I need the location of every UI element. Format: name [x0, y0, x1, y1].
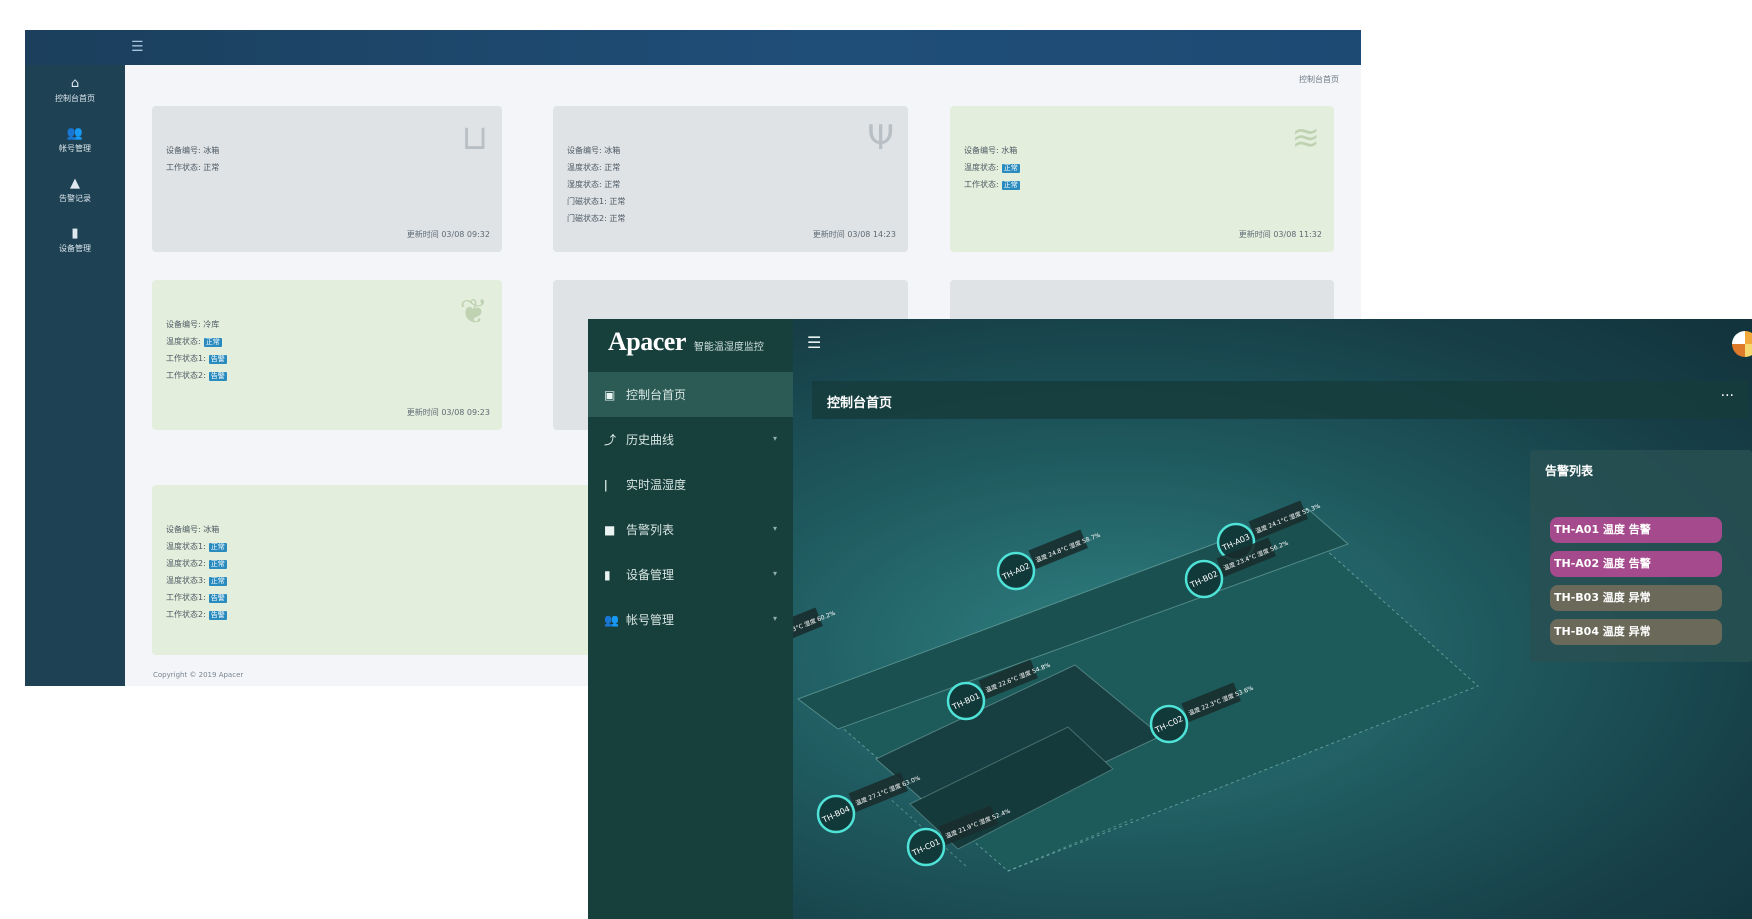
users-icon: 👥 [604, 612, 619, 627]
sidebar-item-label: 实时温湿度 [626, 478, 687, 492]
chevron-down-icon: ▾ [772, 524, 777, 533]
sidebar-item-label: 控制台首页 [626, 388, 687, 402]
page-header: 控制台首页 ··· [812, 381, 1748, 419]
sidebar-item-dashboard[interactable]: ▣ 控制台首页 [588, 372, 793, 417]
card-line: 设备编号: 冷库 [166, 320, 220, 329]
home-icon: ⌂ [70, 75, 80, 91]
chevron-down-icon: ▾ [772, 614, 777, 623]
breadcrumb[interactable]: 控制台首页 [1299, 74, 1339, 85]
sidebar-item-label: 设备管理 [626, 568, 675, 582]
status-badge: 正常 [208, 543, 227, 552]
page-title: 控制台首页 [827, 396, 893, 411]
brand-subtitle: 智能温湿度监控 [693, 342, 764, 353]
sensor-marker[interactable]: TH-B04温度 27.1°C 湿度 63.0% [816, 772, 922, 834]
message-icon: ■ [604, 522, 616, 537]
device-card[interactable]: ❦ 设备编号: 冷库 温度状态: 正常 工作状态1: 告警 工作状态2: 告警 更新时… [152, 280, 502, 430]
update-time: 更新时间 03/08 14:23 [812, 230, 896, 239]
sensor-marker[interactable]: TH-A02温度 24.8°C 湿度 58.7% [996, 529, 1102, 591]
device-icon: ▮ [604, 567, 611, 582]
status-badge: 告警 [208, 372, 227, 381]
brand-logo: Apacer [608, 327, 686, 356]
hamburger-icon[interactable]: ☰ [807, 333, 821, 352]
update-time: 更新时间 03/08 09:23 [406, 408, 490, 417]
update-time: 更新时间 03/08 09:32 [406, 230, 490, 239]
status-badge: 正常 [1001, 164, 1020, 173]
status-badge: 正常 [208, 577, 227, 586]
floor-plan [796, 508, 1479, 872]
sidebar-item-label: 帐号管理 [626, 613, 675, 627]
sidebar-menu: ▣ 控制台首页 ⤴ 历史曲线 ▾ ǀ 实时温湿度 ■ 告警列表 ▾ ▮ 设备管理… [588, 372, 793, 642]
update-time: 更新时间 03/08 11:32 [1238, 230, 1322, 239]
avatar[interactable] [1732, 331, 1752, 357]
card-line: 门磁状态2: 正常 [567, 214, 626, 223]
thermometer-icon: ǀ [604, 477, 608, 492]
top-navbar: ☰ [793, 319, 1752, 369]
sidebar: Apacer 智能温湿度监控 ▣ 控制台首页 ⤴ 历史曲线 ▾ ǀ 实时温湿度 … [588, 319, 793, 919]
more-icon[interactable]: ··· [1721, 388, 1734, 404]
copyright: Copyright © 2019 Apacer [153, 671, 244, 679]
sidebar-item-label: 设备管理 [59, 243, 91, 253]
dashboard-window-dark: TH-A01温度 25.3°C 湿度 60.2%TH-A02温度 24.8°C … [588, 319, 1752, 919]
alert-panel: 告警列表 TH-A01 温度 告警 TH-A02 温度 告警 TH-B03 温度… [1530, 450, 1752, 662]
card-line: 工作状态1: 告警 [166, 354, 227, 364]
device-card[interactable]: ⊔ 设备编号: 冰箱 工作状态: 正常 更新时间 03/08 09:32 [152, 106, 502, 252]
chart-icon: ⤴ [604, 433, 617, 447]
water-icon: ≋ [1291, 118, 1321, 158]
status-badge: 告警 [208, 594, 227, 603]
alert-item[interactable]: TH-A02 温度 告警 [1550, 551, 1722, 577]
hamburger-icon[interactable]: ☰ [131, 39, 144, 55]
card-line: 门磁状态1: 正常 [567, 197, 626, 206]
device-card[interactable]: Ψ 设备编号: 冰箱 温度状态: 正常 湿度状态: 正常 门磁状态1: 正常 门… [553, 106, 908, 252]
brand: Apacer 智能温湿度监控 [608, 327, 764, 357]
card-line: 湿度状态: 正常 [567, 180, 621, 189]
card-line: 设备编号: 冰箱 [567, 146, 621, 155]
card-line: 设备编号: 冰箱 [166, 146, 220, 155]
users-icon: 👥 [66, 125, 84, 141]
sidebar-item-alarms[interactable]: ▲ 告警记录 [25, 165, 125, 215]
utensils-icon: Ψ [867, 118, 894, 158]
dashboard-icon: ▣ [604, 387, 616, 402]
card-line: 工作状态: 正常 [964, 180, 1020, 190]
cup-icon: ⊔ [461, 118, 488, 158]
alarm-icon: ▲ [70, 175, 80, 191]
chevron-down-icon: ▾ [772, 434, 777, 443]
alert-item[interactable]: TH-B03 温度 异常 [1550, 585, 1722, 611]
sidebar-item-label: 控制台首页 [55, 93, 95, 103]
card-line: 工作状态: 正常 [166, 163, 220, 172]
sidebar-item-devices[interactable]: ▮ 设备管理 [25, 215, 125, 265]
card-line: 温度状态: 正常 [567, 163, 621, 172]
sidebar-item-devices[interactable]: ▮ 设备管理 ▾ [588, 552, 793, 597]
card-line: 设备编号: 水箱 [964, 146, 1018, 155]
status-badge: 正常 [1001, 181, 1020, 190]
sidebar-item-label: 历史曲线 [626, 433, 675, 447]
device-card[interactable]: ≋ 设备编号: 水箱 温度状态: 正常 工作状态: 正常 更新时间 03/08 11… [950, 106, 1334, 252]
sidebar-item-alerts[interactable]: ■ 告警列表 ▾ [588, 507, 793, 552]
card-line: 工作状态2: 告警 [166, 371, 227, 381]
card-line: 温度状态: 正常 [964, 163, 1020, 173]
sidebar-item-label: 告警列表 [626, 523, 675, 537]
sidebar-item-label: 告警记录 [59, 193, 91, 203]
sidebar-item-label: 帐号管理 [59, 143, 91, 153]
plant-icon: ❦ [459, 292, 489, 332]
chevron-down-icon: ▾ [772, 569, 777, 578]
status-badge: 告警 [208, 611, 227, 620]
alert-item[interactable]: TH-A01 温度 告警 [1550, 517, 1722, 543]
sidebar-item-accounts[interactable]: 👥 帐号管理 ▾ [588, 597, 793, 642]
sidebar: ⌂ 控制台首页 👥 帐号管理 ▲ 告警记录 ▮ 设备管理 [25, 65, 125, 686]
sidebar-item-realtime[interactable]: ǀ 实时温湿度 [588, 462, 793, 507]
alert-panel-title: 告警列表 [1545, 464, 1594, 478]
status-badge: 正常 [208, 560, 227, 569]
sidebar-item-home[interactable]: ⌂ 控制台首页 [25, 65, 125, 115]
top-navbar: ☰ [25, 30, 1361, 65]
alert-item[interactable]: TH-B04 温度 异常 [1550, 619, 1722, 645]
device-icon: ▮ [71, 225, 79, 241]
sidebar-item-history[interactable]: ⤴ 历史曲线 ▾ [588, 417, 793, 462]
sidebar-item-accounts[interactable]: 👥 帐号管理 [25, 115, 125, 165]
status-badge: 正常 [203, 338, 222, 347]
status-badge: 告警 [208, 355, 227, 364]
card-line: 温度状态: 正常 [166, 337, 222, 347]
